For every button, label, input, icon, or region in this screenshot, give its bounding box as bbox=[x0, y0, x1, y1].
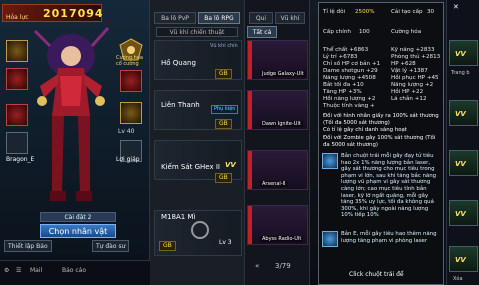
weapon-item-3[interactable]: Arsenal-II bbox=[247, 150, 308, 190]
tile-de-value: 2500% bbox=[355, 9, 375, 15]
inventory-item-2[interactable]: Liên Thanh Phụ kiện GB bbox=[154, 90, 242, 130]
item-level: Lv 3 bbox=[219, 239, 232, 246]
gb-badge: GB bbox=[159, 241, 176, 251]
right-slot-2[interactable]: VV bbox=[449, 100, 478, 126]
settings-icon[interactable]: ⚙ bbox=[4, 267, 9, 274]
stat: Dame shotgun +29 bbox=[323, 68, 378, 74]
tab-vu-khi[interactable]: Vũ khí bbox=[275, 12, 305, 24]
item-name: Liên Thanh bbox=[161, 101, 200, 109]
mail-link[interactable]: Mail bbox=[30, 267, 42, 274]
cuong-hoa-label: Cường hóa bbox=[391, 29, 422, 35]
right-label: Trang b bbox=[451, 70, 470, 76]
sanh-note: Có tỉ lệ gây chí danh sáng hoạt bbox=[323, 127, 407, 133]
tab-tat-ca[interactable]: Tất cả bbox=[247, 26, 277, 38]
character-figure bbox=[30, 26, 112, 206]
skill-1-desc: Bắn chuột trái mỗi gây đạy tử tiêu hao 2… bbox=[341, 153, 437, 219]
gear-slot-6[interactable] bbox=[120, 102, 142, 124]
weapon-item-4[interactable]: Abyss Radio-Ult bbox=[247, 205, 308, 245]
zombie-note: Đối với hình nhân giấy ra 100% sát thươn… bbox=[323, 113, 439, 126]
character-panel: 2017094 Hỏa lực Cường hóa cổ cường Lv 40… bbox=[0, 0, 150, 285]
item-name: Hồ Quang bbox=[161, 59, 196, 67]
tab-pvp[interactable]: Ba lô PvP bbox=[154, 12, 196, 24]
stat: Bắt tối đa +10 bbox=[323, 82, 364, 88]
report-link[interactable]: Bảo cáo bbox=[62, 267, 86, 274]
close-icon[interactable]: ✕ bbox=[453, 3, 459, 11]
stat: Tăng HP +3% bbox=[323, 89, 362, 95]
power-label: Hỏa lực bbox=[6, 14, 29, 21]
stat: Thuộc tính vàng + bbox=[323, 103, 375, 109]
bottom-bar: ⚙ ☰ Mail Bảo cáo bbox=[0, 260, 150, 285]
cai-tao-label: Cải tạo cấp bbox=[391, 9, 423, 15]
weapon-item-2[interactable]: Dawn Ignite-Ult bbox=[247, 90, 308, 130]
zombie-note-2: Đối với Zombie gây 100% sát thương (Tối … bbox=[323, 135, 436, 148]
item-name: Kiếm Sát GHex II bbox=[161, 163, 220, 171]
right-slot-4[interactable]: VV bbox=[449, 200, 478, 226]
skill-icon-2 bbox=[322, 231, 338, 247]
stat: Hồi phục HP +45 bbox=[391, 75, 439, 81]
weapon-list: Qui Vũ khí Tất cả Judge Galaxy-Ult Dawn … bbox=[245, 0, 310, 285]
loi-giap-label: Lợi giáp bbox=[116, 156, 140, 163]
stat: Lý trí +6783 bbox=[323, 54, 358, 60]
stat: Hồi HP +22 bbox=[391, 89, 424, 95]
stat: Hồi năng lượng +2 bbox=[323, 96, 376, 102]
skill-icon bbox=[322, 153, 338, 169]
stats-tooltip: Tỉ lệ đôi 2500% Cải tạo cấp 30 Cấp chính… bbox=[318, 2, 444, 285]
cap-chinh-label: Cấp chính bbox=[323, 29, 351, 35]
level-badge: Lv 40 bbox=[118, 128, 135, 135]
choose-character-button[interactable]: Chọn nhân vật bbox=[40, 224, 116, 238]
stat: Kỹ năng +2833 bbox=[391, 47, 435, 53]
item-tag: Vũ khí chín bbox=[210, 43, 238, 49]
gear-slot-4[interactable] bbox=[6, 132, 28, 154]
stat: HP +628 bbox=[391, 61, 416, 67]
bragon-label: Bragon_E bbox=[6, 156, 35, 163]
accessory-tag: Phụ kiện bbox=[211, 105, 239, 114]
stat: Năng lượng +2 bbox=[391, 82, 434, 88]
right-strip: ✕ VV VV VV VV VV Trang b Xóa bbox=[446, 0, 479, 285]
gear-slot-2[interactable] bbox=[6, 68, 28, 90]
stat: Vật lý +1387 bbox=[391, 68, 428, 74]
right-slot-5[interactable]: VV bbox=[449, 246, 478, 272]
gear-slot-1[interactable] bbox=[6, 40, 28, 62]
inventory-panel: Ba lô PvP Ba lô RPG Vũ khí chiến thuật H… bbox=[150, 0, 245, 285]
skill-2-desc: Bắn E, mỗi gây tiêu hao thêm năng lượng … bbox=[341, 231, 437, 244]
power-value: 2017094 bbox=[43, 7, 104, 20]
block-icon bbox=[191, 221, 209, 239]
stat: Lá chắn +12 bbox=[391, 96, 427, 102]
stat: Chỉ số HP cơ bản +1 bbox=[323, 61, 381, 67]
right-slot-1[interactable]: VV bbox=[449, 40, 478, 66]
page-indicator: 3/79 bbox=[275, 262, 291, 270]
tab-rpg[interactable]: Ba lô RPG bbox=[198, 12, 240, 24]
chat-icon[interactable]: ☰ bbox=[16, 267, 21, 274]
weapon-item-1[interactable]: Judge Galaxy-Ult bbox=[247, 40, 308, 80]
right-slot-3[interactable]: VV bbox=[449, 150, 478, 176]
thiet-lap-button[interactable]: Thiết lập Bảo bbox=[4, 240, 52, 252]
click-hint: Click chuột trái để bbox=[349, 271, 404, 278]
gb-badge: GB bbox=[215, 119, 232, 129]
gb-badge: GB bbox=[215, 69, 232, 79]
emblem-label: Cường hóa cổ cường bbox=[116, 55, 143, 67]
cap-chinh-value: 100 bbox=[359, 29, 370, 35]
right-label-xoa[interactable]: Xóa bbox=[453, 276, 463, 282]
gb-badge: GB bbox=[215, 173, 232, 183]
cai-dat-button[interactable]: Cài đặt 2 bbox=[40, 212, 116, 222]
tactical-weapon-tab[interactable]: Vũ khí chiến thuật bbox=[156, 27, 238, 37]
item-name: M18A1 Mì bbox=[161, 213, 196, 221]
stat: Phòng thủ +2813 bbox=[391, 54, 441, 60]
tab-qui[interactable]: Qui bbox=[249, 12, 273, 24]
vv-badge: VV bbox=[225, 161, 236, 169]
gear-slot-3[interactable] bbox=[6, 104, 28, 126]
stat: Năng lượng +4508 bbox=[323, 75, 376, 81]
inventory-item-3[interactable]: Kiếm Sát GHex II VV GB bbox=[154, 140, 242, 183]
tile-de-label: Tỉ lệ đôi bbox=[323, 9, 346, 15]
cai-tao-value: 30 bbox=[427, 9, 435, 15]
tu-dao-button[interactable]: Tự đào sư bbox=[92, 240, 130, 252]
gear-slot-5[interactable] bbox=[120, 70, 142, 92]
stat: Thể chất +6863 bbox=[323, 47, 369, 53]
inventory-item-4[interactable]: M18A1 Mì GB Lv 3 bbox=[154, 210, 242, 256]
game-screen: 2017094 Hỏa lực Cường hóa cổ cường Lv 40… bbox=[0, 0, 479, 285]
page-prev-icon[interactable]: « bbox=[255, 262, 259, 270]
inventory-item-1[interactable]: Hồ Quang Vũ khí chín GB bbox=[154, 40, 242, 80]
